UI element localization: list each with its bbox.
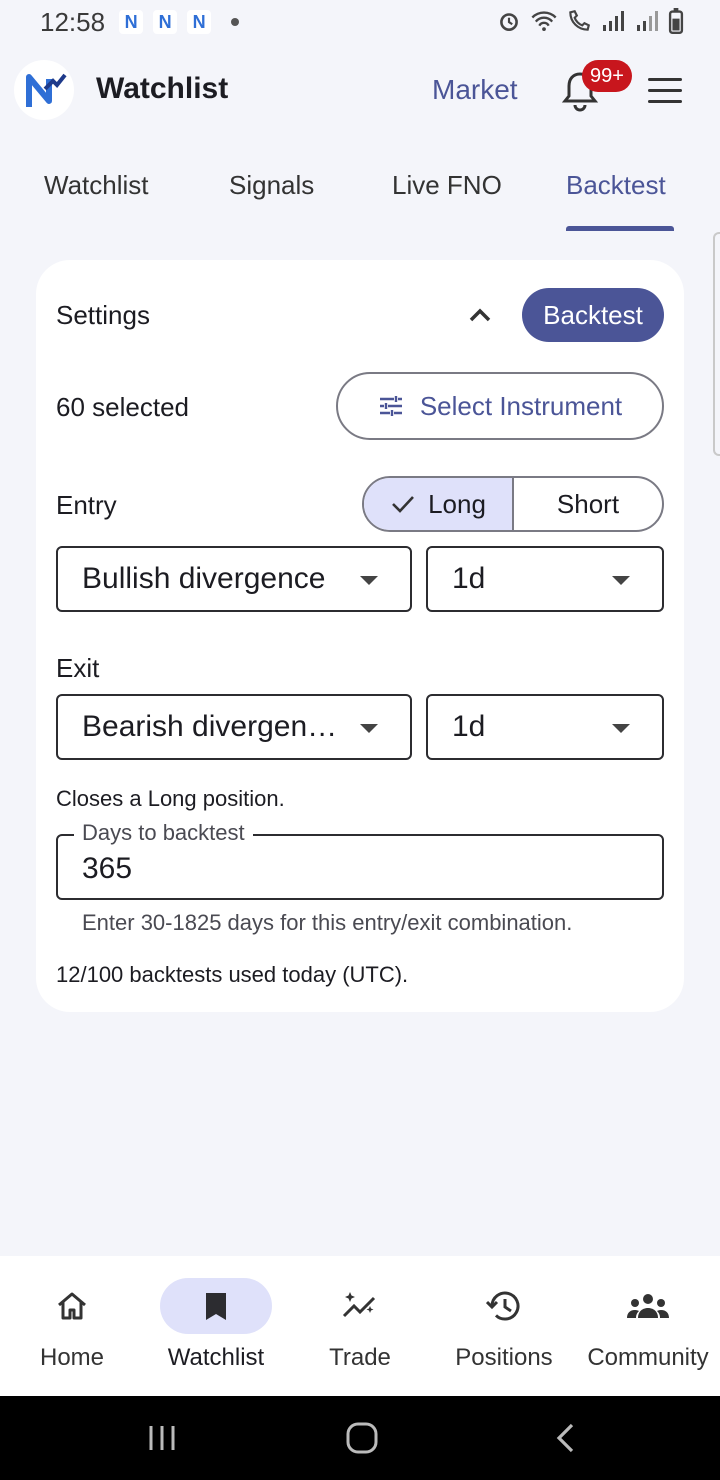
entry-timeframe-value: 1d (452, 562, 486, 595)
app-notification-icon: N (119, 10, 144, 34)
short-option[interactable]: Short (514, 478, 662, 530)
nav-community-label: Community (587, 1344, 709, 1371)
nav-home-label: Home (39, 1344, 105, 1371)
tab-bar: Watchlist Signals Live FNO Backtest (0, 150, 720, 232)
entry-timeframe-dropdown[interactable]: 1d (426, 546, 664, 612)
exit-label: Exit (56, 653, 100, 683)
settings-title: Settings (56, 300, 150, 330)
check-icon (392, 496, 415, 513)
exit-timeframe-dropdown[interactable]: 1d (426, 694, 664, 760)
more-notifications-icon (231, 18, 240, 26)
exit-signal-dropdown[interactable]: Bearish divergen… (56, 694, 412, 760)
select-instrument-button[interactable]: Select Instrument (336, 372, 664, 440)
direction-toggle: Long Short (362, 476, 664, 532)
dropdown-arrow-icon (612, 576, 630, 585)
nav-home[interactable]: Home (0, 1278, 144, 1372)
dropdown-arrow-icon (360, 724, 378, 733)
nav-trade[interactable]: Trade (288, 1278, 432, 1372)
app-notification-icon: N (187, 10, 212, 34)
backtest-settings-card: Settings Backtest 60 selected Select Ins… (36, 260, 684, 1012)
nav-positions[interactable]: Positions (432, 1278, 576, 1372)
app-notification-icon: N (153, 10, 178, 34)
market-link[interactable]: Market (432, 74, 518, 106)
exit-timeframe-value: 1d (452, 710, 486, 743)
dropdown-arrow-icon (360, 576, 378, 585)
usage-text: 12/100 backtests used today (UTC). (56, 962, 409, 987)
days-field-value: 365 (82, 852, 133, 885)
tab-backtest[interactable]: Backtest (566, 170, 666, 201)
scroll-indicator (713, 232, 720, 456)
wifi-calling-icon (569, 9, 591, 31)
tab-live-fno[interactable]: Live FNO (392, 170, 502, 201)
nav-trade-label: Trade (329, 1344, 391, 1371)
run-backtest-button[interactable]: Backtest (522, 288, 664, 342)
tune-icon (379, 396, 402, 416)
back-icon[interactable] (552, 1422, 578, 1454)
status-notifications: N N N (119, 10, 240, 34)
entry-signal-value: Bullish divergence (82, 562, 326, 595)
status-time: 12:58 (40, 6, 106, 37)
tab-signals[interactable]: Signals (229, 170, 314, 201)
chevron-up-icon[interactable] (466, 304, 494, 326)
entry-signal-dropdown[interactable]: Bullish divergence (56, 546, 412, 612)
bottom-navigation: Home Watchlist Trade Positions Community (0, 1256, 720, 1396)
wifi-icon (531, 11, 557, 32)
history-icon (486, 1291, 520, 1321)
days-helper-text: Enter 30-1825 days for this entry/exit c… (82, 910, 573, 935)
nav-watchlist[interactable]: Watchlist (144, 1278, 288, 1372)
signal-icon (603, 11, 624, 31)
bookmark-icon (206, 1293, 226, 1320)
system-navigation-bar (0, 1396, 720, 1480)
exit-note: Closes a Long position. (56, 786, 285, 811)
recent-apps-icon[interactable] (146, 1422, 178, 1454)
days-to-backtest-field[interactable]: Days to backtest 365 (56, 820, 664, 900)
system-status-icons (496, 8, 684, 34)
active-tab-indicator (566, 226, 674, 231)
select-instrument-label: Select Instrument (419, 390, 623, 421)
long-option-label: Long (428, 488, 486, 519)
app-logo (14, 60, 74, 120)
status-bar: 12:58 N N N (0, 0, 720, 44)
signal-icon (637, 11, 658, 31)
dropdown-arrow-icon (612, 724, 630, 733)
selected-count: 60 selected (56, 392, 189, 422)
hamburger-menu-icon[interactable] (648, 78, 682, 104)
alarm-icon (500, 13, 518, 31)
short-option-label: Short (556, 488, 620, 519)
home-icon (58, 1292, 86, 1320)
logo-icon (26, 73, 67, 107)
people-icon (627, 1294, 669, 1318)
battery-icon (668, 8, 684, 34)
sparkle-chart-icon (342, 1292, 376, 1318)
page-title: Watchlist (96, 72, 229, 105)
long-option[interactable]: Long (364, 478, 514, 530)
notification-badge: 99+ (582, 60, 632, 92)
tab-watchlist[interactable]: Watchlist (44, 170, 149, 201)
app-bar: Watchlist Market 99+ (0, 50, 720, 130)
days-field-label: Days to backtest (74, 820, 253, 846)
nav-community[interactable]: Community (576, 1278, 720, 1372)
exit-signal-value: Bearish divergen… (82, 710, 338, 743)
home-button-icon[interactable] (344, 1422, 380, 1454)
nav-positions-label: Positions (455, 1344, 553, 1371)
nav-watchlist-label: Watchlist (167, 1344, 265, 1371)
entry-label: Entry (56, 490, 117, 520)
